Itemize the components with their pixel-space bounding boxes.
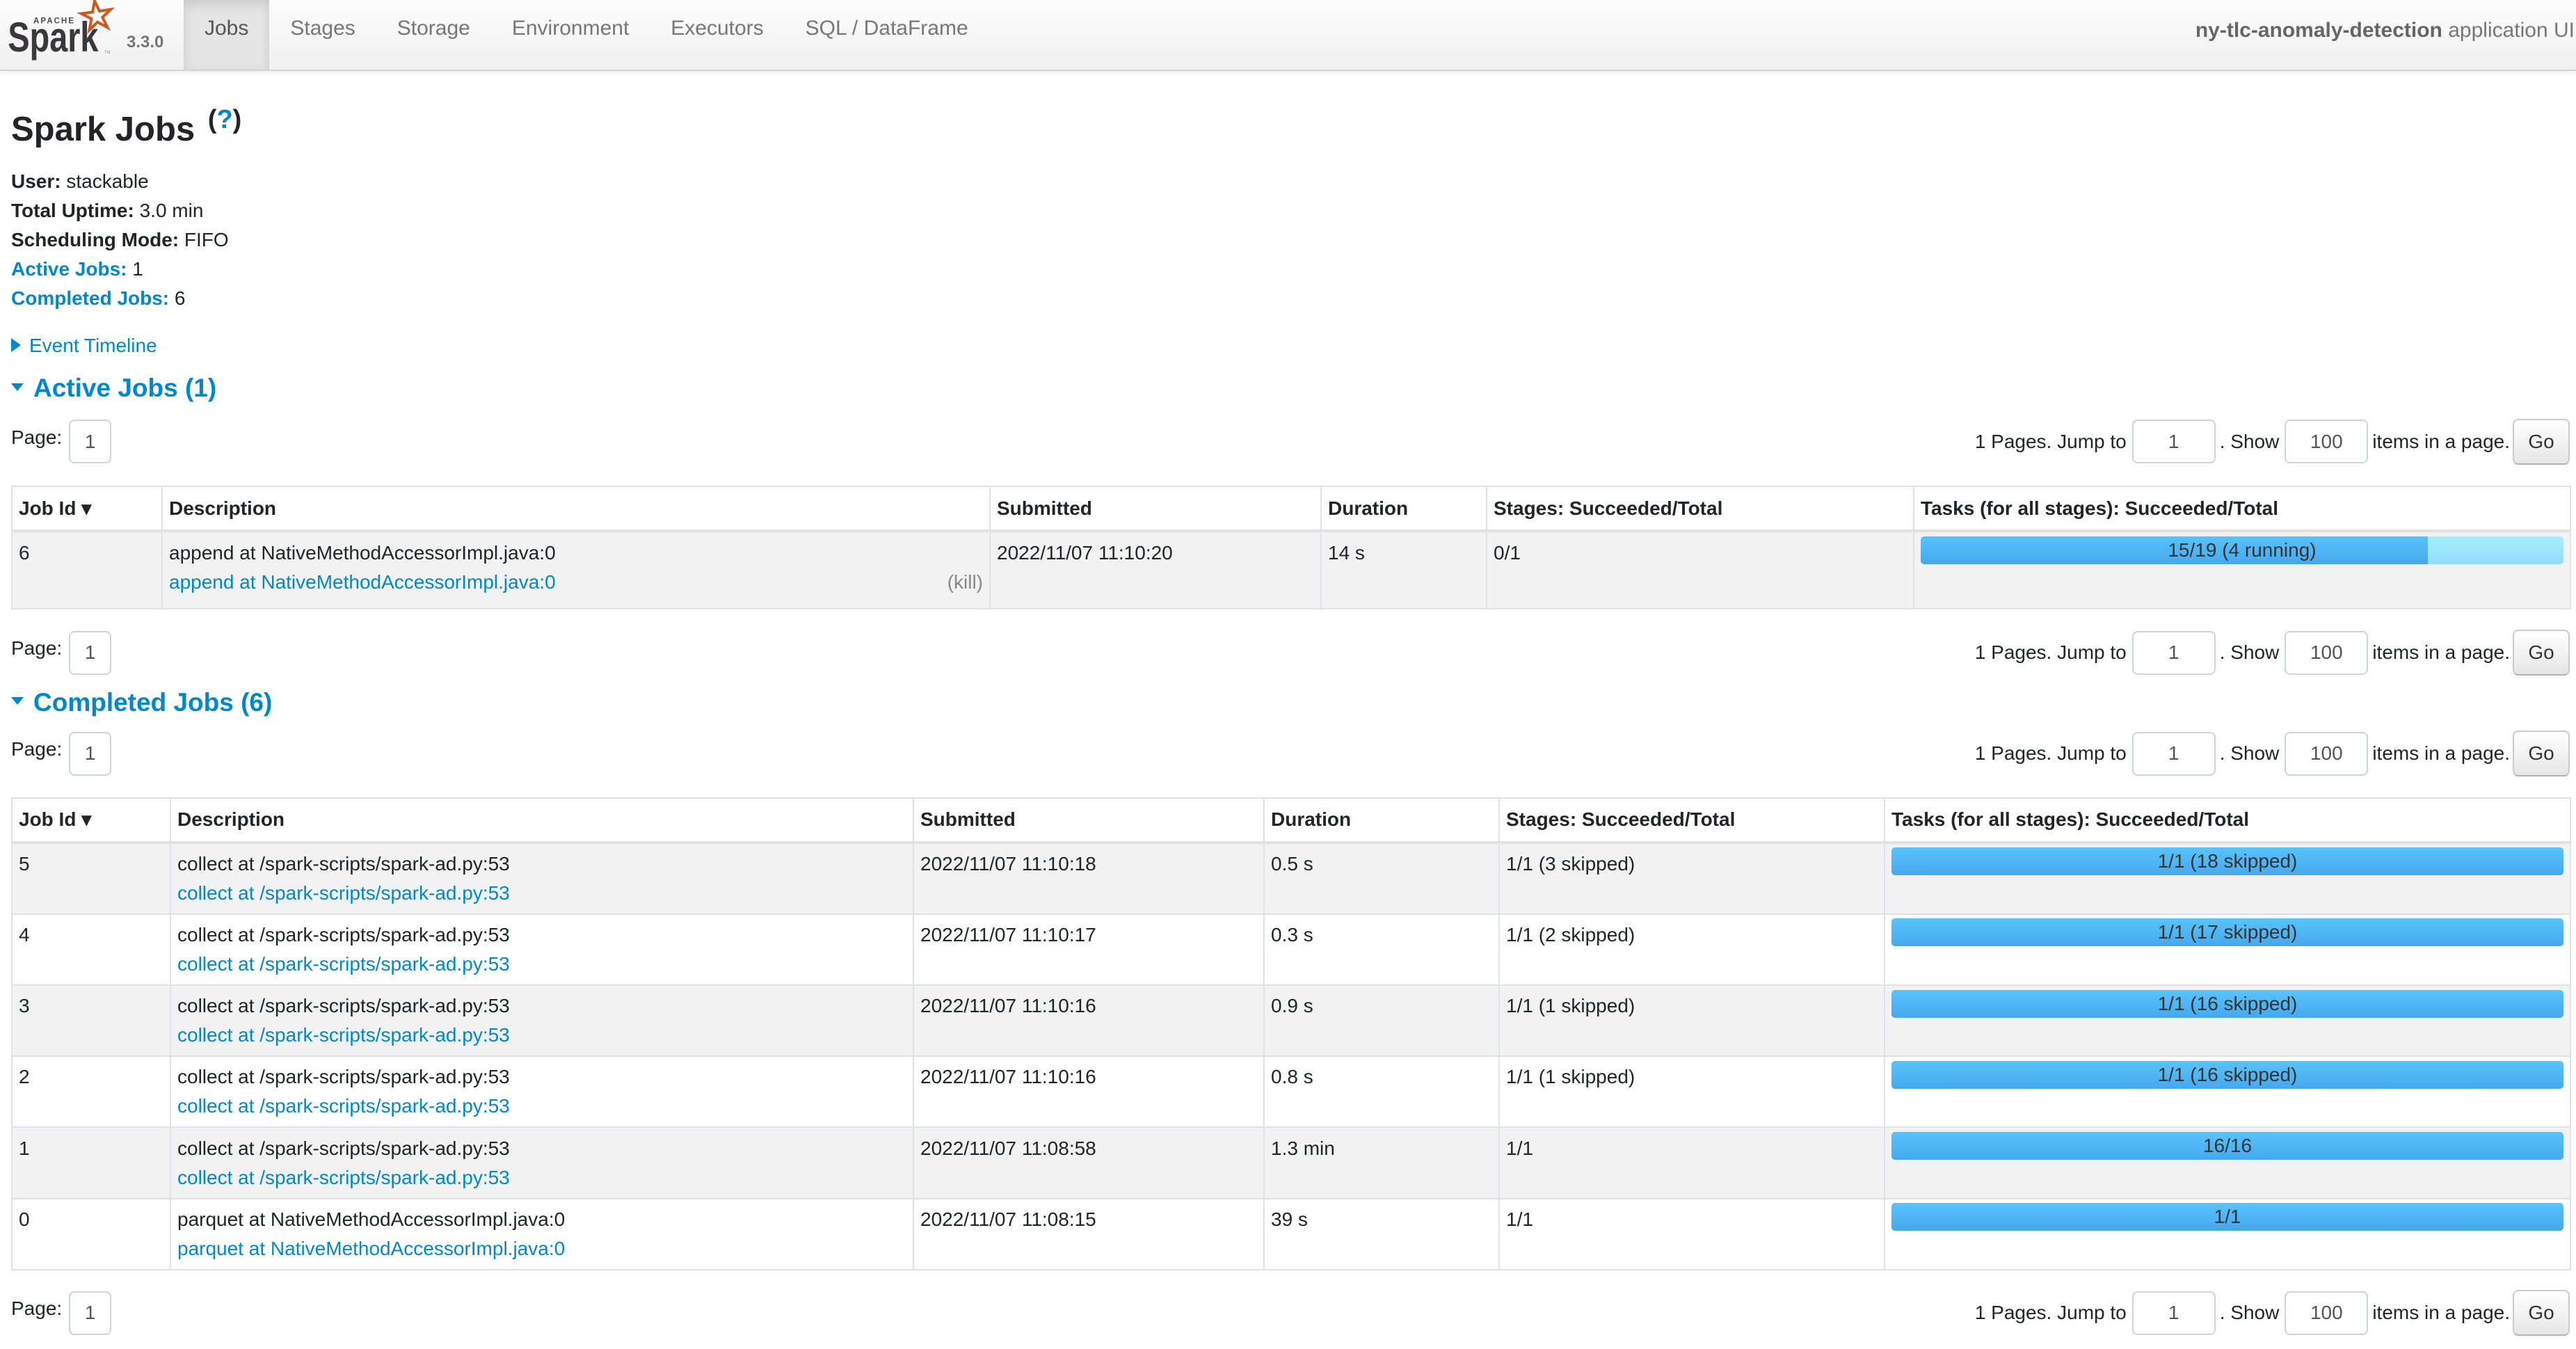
svg-text:Spark: Spark [8, 15, 98, 61]
svg-text:TM: TM [104, 51, 111, 55]
